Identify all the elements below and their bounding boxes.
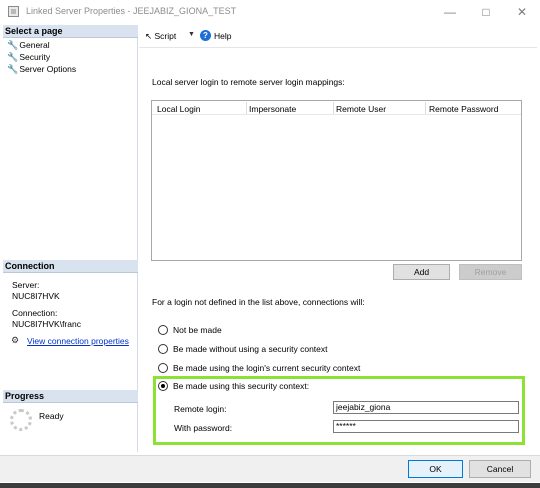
progress-header: Progress [3,390,138,403]
connection-value: NUC8I7HVK\franc [12,319,81,329]
connection-label: Connection: [12,308,58,318]
page-item-server-options[interactable]: 🔧 Server Options [7,63,76,75]
remove-button[interactable]: Remove [459,264,522,280]
login-mappings-grid[interactable]: Local Login Impersonate Remote User Remo… [151,100,522,261]
minimize-icon[interactable]: — [432,0,468,24]
ok-button[interactable]: OK [408,460,463,478]
highlight-box [153,376,525,445]
toolbar: ↖ Script ▼ ? Help [139,25,537,48]
page-item-security[interactable]: 🔧 Security [7,51,50,63]
not-defined-label: For a login not defined in the list abov… [152,297,365,307]
connection-properties-icon: ⚙ [11,335,20,345]
column-divider [246,102,247,114]
left-pane: Select a page 🔧 General 🔧 Security 🔧 Ser… [3,25,138,452]
radio-label: Be made using the login's current securi… [173,363,361,373]
column-divider [333,102,334,114]
mappings-label: Local server login to remote server logi… [152,77,345,87]
help-button[interactable]: Help [214,31,231,41]
radio-not-be-made[interactable] [158,325,168,335]
window-title: Linked Server Properties - JEEJABIZ_GION… [26,6,237,16]
column-header[interactable]: Impersonate [249,104,296,114]
grid-header: Local Login Impersonate Remote User Remo… [152,101,521,115]
radio-without-security-context[interactable] [158,344,168,354]
server-label: Server: [12,280,40,290]
script-icon: ↖ [145,31,153,41]
column-header[interactable]: Remote Password [429,104,498,114]
progress-status: Ready [39,411,64,421]
column-divider [425,102,426,114]
app-icon [8,6,19,17]
page-item-general[interactable]: 🔧 General [7,39,50,51]
wrench-icon: 🔧 [7,52,19,62]
wrench-icon: 🔧 [7,64,19,74]
column-header[interactable]: Remote User [336,104,386,114]
maximize-icon[interactable]: □ [468,0,504,24]
radio-current-security-context[interactable] [158,363,168,373]
background-window-strip [0,483,540,488]
chevron-down-icon[interactable]: ▼ [188,31,195,38]
progress-spinner-icon [10,409,32,431]
connection-header: Connection [3,260,138,273]
server-value: NUC8I7HVK [12,291,60,301]
add-button[interactable]: Add [393,264,450,280]
radio-label: Not be made [173,325,222,335]
view-connection-properties-link[interactable]: View connection properties [27,336,129,346]
linked-server-properties-window: Linked Server Properties - JEEJABIZ_GION… [0,0,540,488]
script-label: Script [154,31,177,41]
wrench-icon: 🔧 [7,40,19,50]
column-header[interactable]: Local Login [157,104,200,114]
script-button[interactable]: ↖ Script [145,31,176,42]
close-icon[interactable]: ✕ [504,0,540,24]
radio-label: Be made without using a security context [173,344,328,354]
select-page-header: Select a page [3,25,138,38]
page-item-label: General [19,40,50,50]
title-bar: Linked Server Properties - JEEJABIZ_GION… [0,0,540,24]
page-item-label: Security [19,52,51,62]
cancel-button[interactable]: Cancel [469,460,531,478]
help-icon[interactable]: ? [200,30,211,41]
page-item-label: Server Options [19,64,77,74]
